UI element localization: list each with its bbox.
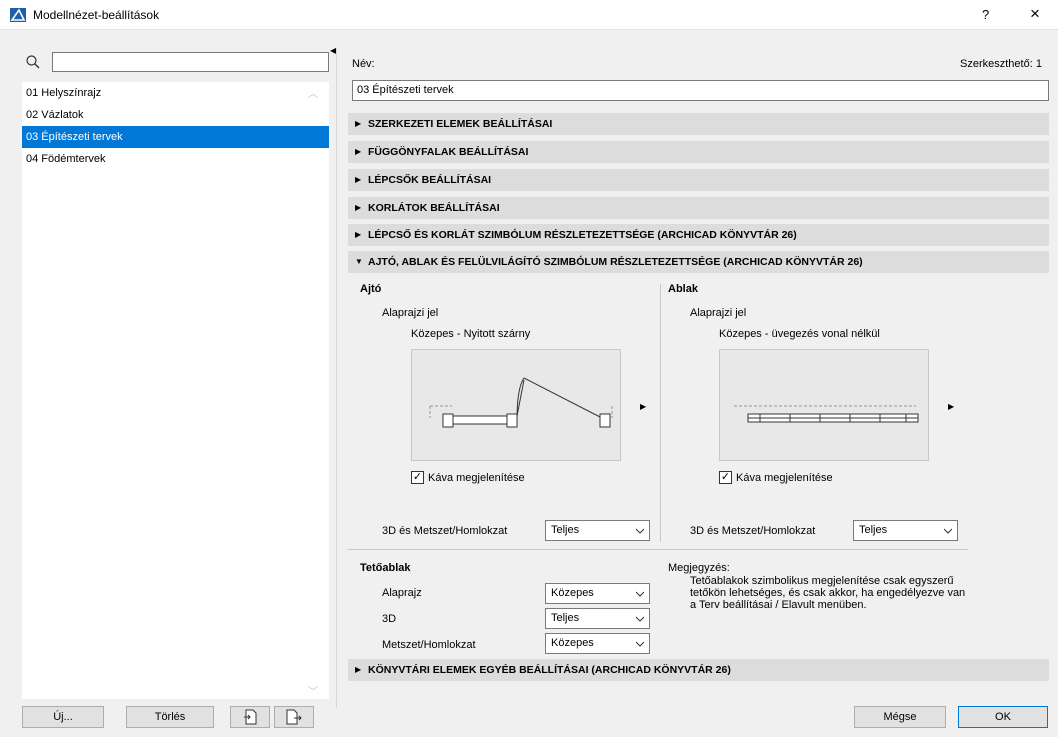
section-door-window-symbols[interactable]: ▼ AJTÓ, ABLAK ÉS FELÜLVILÁGÍTÓ SZIMBÓLUM … [348,251,1049,273]
door-heading: Ajtó [360,283,382,295]
skylight-plan-select[interactable]: Közepes [545,583,650,604]
select-value: Teljes [551,612,580,624]
search-icon [26,55,40,69]
door-reveal-label: Káva megjelenítése [428,472,525,484]
door-symbol-label: Közepes - Nyitott szárny [411,328,531,340]
import-icon [244,709,257,725]
section-title: AJTÓ, ABLAK ÉS FELÜLVILÁGÍTÓ SZIMBÓLUM R… [368,256,863,268]
note-heading: Megjegyzés: [668,562,730,574]
editable-count: Szerkeszthető: 1 [960,58,1042,70]
preview-next-icon[interactable]: ▶ [640,402,646,411]
chevron-down-icon [944,528,952,534]
expand-arrow-icon: ▶ [355,665,362,674]
section-stair-railing-symbols[interactable]: ▶ LÉPCSŐ ÉS KORLÁT SZIMBÓLUM RÉSZLETEZETT… [348,224,1049,246]
select-value: Közepes [551,637,594,649]
door-3d-select[interactable]: Teljes [545,520,650,541]
preview-next-icon[interactable]: ▶ [948,402,954,411]
chevron-down-icon [636,641,644,647]
skylight-section-label: Metszet/Homlokzat [382,639,476,651]
skylight-divider [348,549,968,550]
window-title: Modellnézet-beállítások [33,8,160,22]
select-value: Teljes [859,524,888,536]
section-library-other[interactable]: ▶ KÖNYVTÁRI ELEMEK EGYÉB BEÁLLÍTÁSAI (ARC… [348,659,1049,681]
skylight-section-select[interactable]: Közepes [545,633,650,654]
window-3d-select[interactable]: Teljes [853,520,958,541]
section-title: KÖNYVTÁRI ELEMEK EGYÉB BEÁLLÍTÁSAI (ARCH… [368,664,731,676]
section-structural[interactable]: ▶ SZERKEZETI ELEMEK BEÁLLÍTÁSAI [348,113,1049,135]
column-divider [660,284,661,542]
list-item-selected[interactable]: 03 Építészeti tervek [22,126,329,148]
view-list-panel: 01 Helyszínrajz 02 Vázlatok 03 Építészet… [0,30,333,737]
list-item[interactable]: 01 Helyszínrajz [22,82,329,104]
section-stairs[interactable]: ▶ LÉPCSŐK BEÁLLÍTÁSAI [348,169,1049,191]
skylight-3d-select[interactable]: Teljes [545,608,650,629]
section-title: FÜGGÖNYFALAK BEÁLLÍTÁSAI [368,146,529,158]
window-3d-label: 3D és Metszet/Homlokzat [690,525,816,537]
section-title: SZERKEZETI ELEMEK BEÁLLÍTÁSAI [368,118,553,130]
expand-arrow-icon: ▶ [355,203,362,212]
door-3d-label: 3D és Metszet/Homlokzat [382,525,508,537]
panel-divider[interactable] [336,48,337,708]
section-title: LÉPCSŐ ÉS KORLÁT SZIMBÓLUM RÉSZLETEZETTS… [368,229,797,241]
name-field[interactable]: 03 Építészeti tervek [352,80,1049,101]
skylight-heading: Tetőablak [360,562,411,574]
import-button[interactable] [230,706,270,728]
section-title: KORLÁTOK BEÁLLÍTÁSAI [368,202,500,214]
archicad-logo-icon [10,8,26,22]
window-symbol-label: Közepes - üvegezés vonal nélkül [719,328,880,340]
list-item[interactable]: 04 Födémtervek [22,148,329,170]
name-label: Név: [352,58,375,70]
window-reveal-checkbox[interactable]: ✓ [719,471,732,484]
door-plan-label: Alaprajzi jel [382,307,439,319]
expand-arrow-icon: ▶ [355,175,362,184]
door-symbol-graphic [429,377,613,428]
delete-button[interactable]: Törlés [126,706,214,728]
select-value: Teljes [551,524,580,536]
scroll-up-icon[interactable]: ︿ [308,85,318,100]
section-title: LÉPCSŐK BEÁLLÍTÁSAI [368,174,492,186]
window-plan-label: Alaprajzi jel [690,307,747,319]
collapse-arrow-icon: ▼ [355,257,363,266]
skylight-plan-label: Alaprajz [382,587,422,599]
door-reveal-checkbox[interactable]: ✓ [411,471,424,484]
export-icon [286,709,302,725]
expand-arrow-icon: ▶ [355,119,362,128]
chevron-down-icon [636,591,644,597]
new-button[interactable]: Új... [22,706,104,728]
view-list: 01 Helyszínrajz 02 Vázlatok 03 Építészet… [22,82,329,699]
window-reveal-label: Káva megjelenítése [736,472,833,484]
ok-button[interactable]: OK [958,706,1048,728]
select-value: Közepes [551,587,594,599]
window-symbol-preview[interactable]: ▶ [719,349,954,461]
window-symbol-graphic [734,405,919,423]
close-button[interactable]: × [1030,4,1040,24]
expand-arrow-icon: ▶ [355,230,362,239]
section-curtain-walls[interactable]: ▶ FÜGGÖNYFALAK BEÁLLÍTÁSAI [348,141,1049,163]
export-button[interactable] [274,706,314,728]
skylight-3d-label: 3D [382,613,397,625]
help-button[interactable]: ? [982,7,989,22]
chevron-down-icon [636,528,644,534]
title-bar: Modellnézet-beállítások ? × [0,0,1058,30]
list-item[interactable]: 02 Vázlatok [22,104,329,126]
chevron-down-icon [636,616,644,622]
scroll-down-icon[interactable]: ﹀ [308,683,318,698]
door-symbol-preview[interactable]: ▶ [411,349,646,461]
note-text: Tetőablakok szimbolikus megjelenítése cs… [690,575,966,611]
expand-arrow-icon: ▶ [355,147,362,156]
window-heading: Ablak [668,283,698,295]
search-input[interactable] [52,52,329,72]
cancel-button[interactable]: Mégse [854,706,946,728]
section-railings[interactable]: ▶ KORLÁTOK BEÁLLÍTÁSAI [348,197,1049,219]
